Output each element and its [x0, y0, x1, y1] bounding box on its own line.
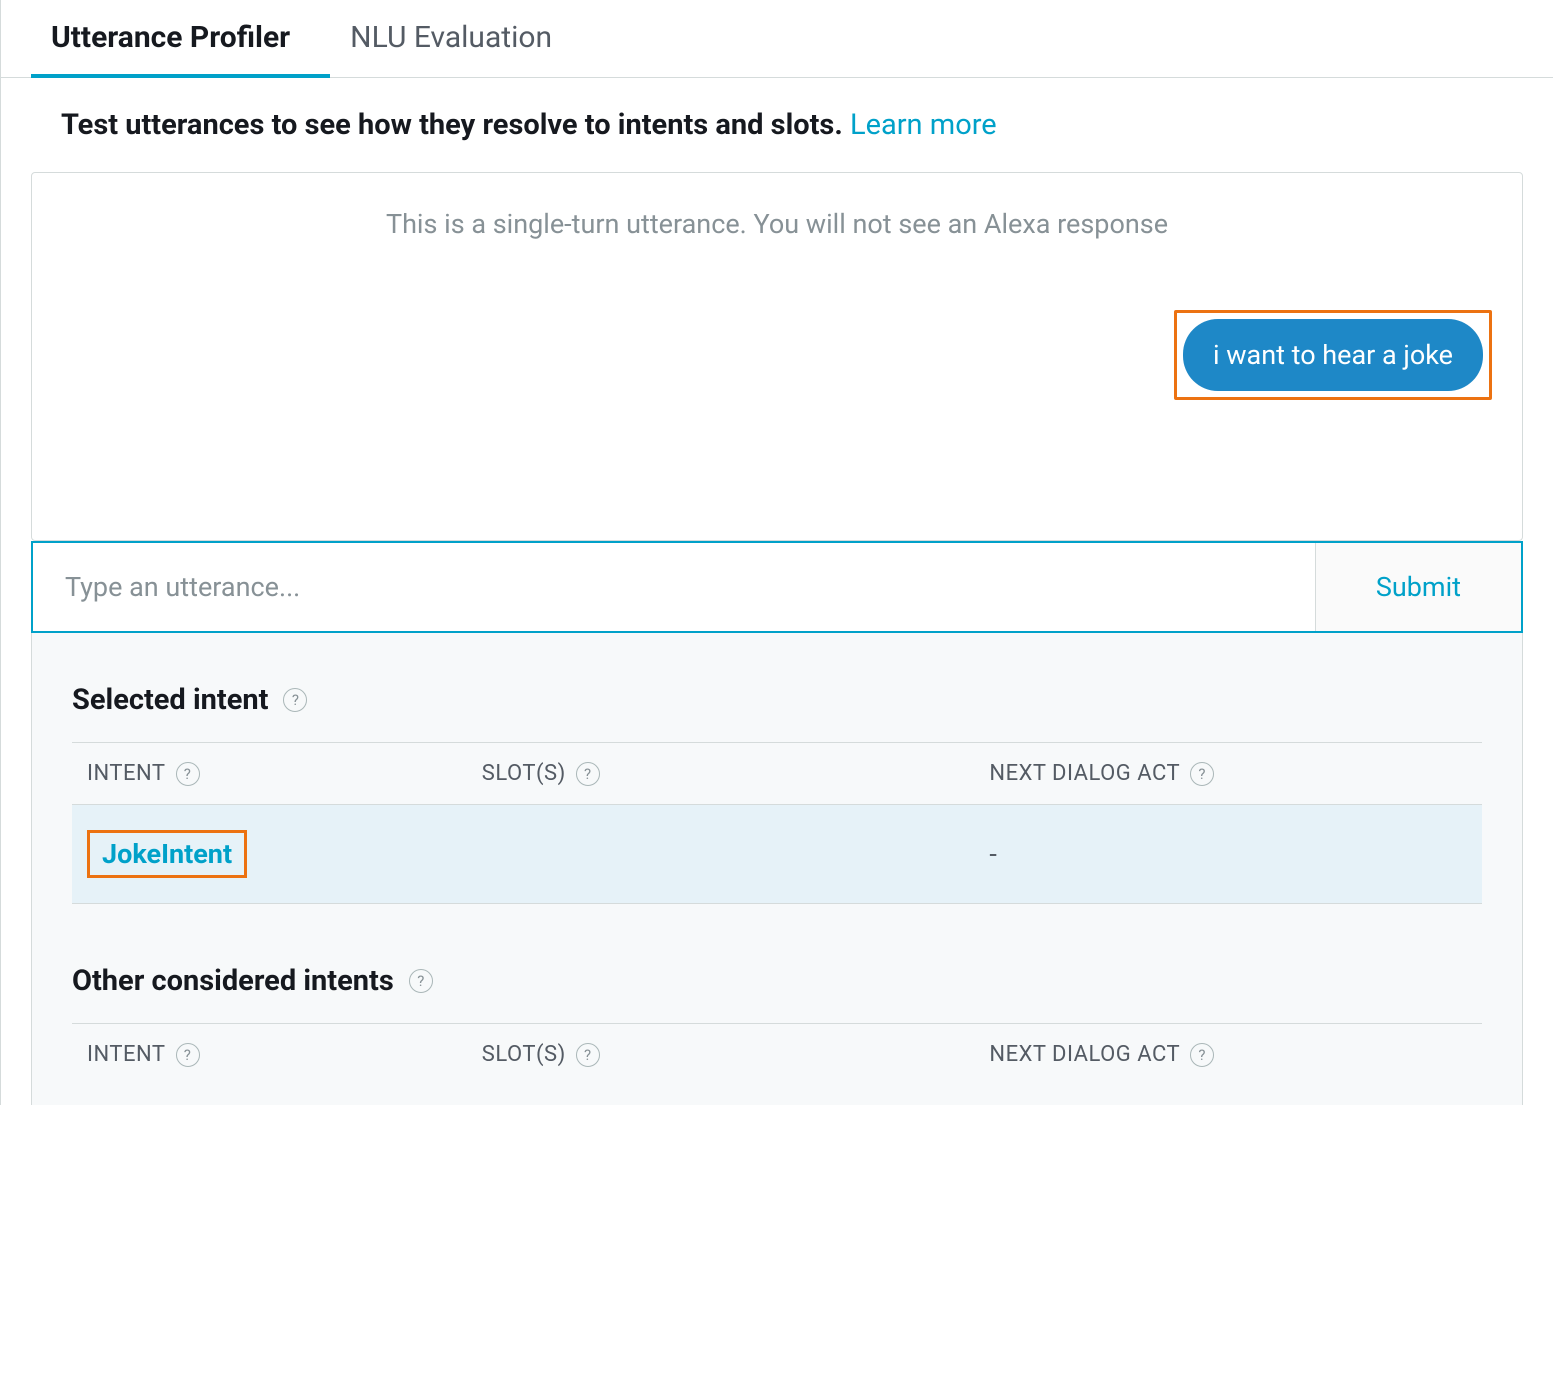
tab-utterance-profiler[interactable]: Utterance Profiler	[31, 0, 330, 77]
help-icon[interactable]: ?	[176, 1043, 200, 1067]
dialog-cell: -	[974, 805, 1482, 904]
help-icon[interactable]: ?	[1190, 762, 1214, 786]
tab-nlu-evaluation[interactable]: NLU Evaluation	[330, 0, 592, 77]
table-row: JokeIntent -	[72, 805, 1482, 904]
column-header-intent-label: INTENT	[87, 1042, 166, 1067]
help-icon[interactable]: ?	[1190, 1043, 1214, 1067]
slots-cell	[467, 805, 975, 904]
intro-message: Test utterances to see how they resolve …	[61, 108, 850, 142]
column-header-slots-label: SLOT(S)	[482, 761, 566, 786]
learn-more-link[interactable]: Learn more	[850, 108, 997, 142]
column-header-dialog: NEXT DIALOG ACT ?	[974, 1024, 1482, 1086]
other-intents-title-text: Other considered intents	[72, 964, 394, 998]
tabs-bar: Utterance Profiler NLU Evaluation	[1, 0, 1553, 78]
help-icon[interactable]: ?	[176, 762, 200, 786]
utterance-profiler-panel: Utterance Profiler NLU Evaluation Test u…	[0, 0, 1553, 1105]
chat-notice: This is a single-turn utterance. You wil…	[32, 173, 1522, 260]
column-header-slots: SLOT(S) ?	[467, 743, 975, 805]
utterance-highlight-box: i want to hear a joke	[1174, 310, 1492, 400]
submit-button[interactable]: Submit	[1315, 543, 1521, 631]
selected-intent-title-text: Selected intent	[72, 683, 268, 717]
chat-body: i want to hear a joke	[32, 260, 1522, 540]
column-header-intent-label: INTENT	[87, 761, 166, 786]
help-icon[interactable]: ?	[576, 762, 600, 786]
intro-text: Test utterances to see how they resolve …	[1, 78, 1553, 172]
intent-cell: JokeIntent	[72, 805, 467, 904]
utterance-input[interactable]	[33, 543, 1315, 631]
help-icon[interactable]: ?	[283, 688, 307, 712]
chat-panel: This is a single-turn utterance. You wil…	[31, 172, 1523, 541]
other-intents-title: Other considered intents ?	[72, 964, 1482, 998]
column-header-intent: INTENT ?	[72, 743, 467, 805]
results-panel: Selected intent ? INTENT ? SLOT(S) ?	[31, 633, 1523, 1105]
column-header-slots-label: SLOT(S)	[482, 1042, 566, 1067]
utterance-input-row: Submit	[31, 541, 1523, 633]
column-header-slots: SLOT(S) ?	[467, 1024, 975, 1086]
help-icon[interactable]: ?	[409, 969, 433, 993]
column-header-dialog-label: NEXT DIALOG ACT	[989, 761, 1180, 786]
intent-highlight-box: JokeIntent	[87, 830, 247, 878]
selected-intent-title: Selected intent ?	[72, 683, 1482, 717]
user-utterance-bubble: i want to hear a joke	[1183, 319, 1483, 391]
column-header-dialog-label: NEXT DIALOG ACT	[989, 1042, 1180, 1067]
other-intents-section: Other considered intents ? INTENT ?	[72, 964, 1482, 1085]
intent-link[interactable]: JokeIntent	[102, 838, 232, 870]
other-intents-table: INTENT ? SLOT(S) ? NEXT	[72, 1023, 1482, 1085]
column-header-intent: INTENT ?	[72, 1024, 467, 1086]
help-icon[interactable]: ?	[576, 1043, 600, 1067]
column-header-dialog: NEXT DIALOG ACT ?	[974, 743, 1482, 805]
selected-intent-table: INTENT ? SLOT(S) ? NEXT DIALOG ACT	[72, 742, 1482, 904]
